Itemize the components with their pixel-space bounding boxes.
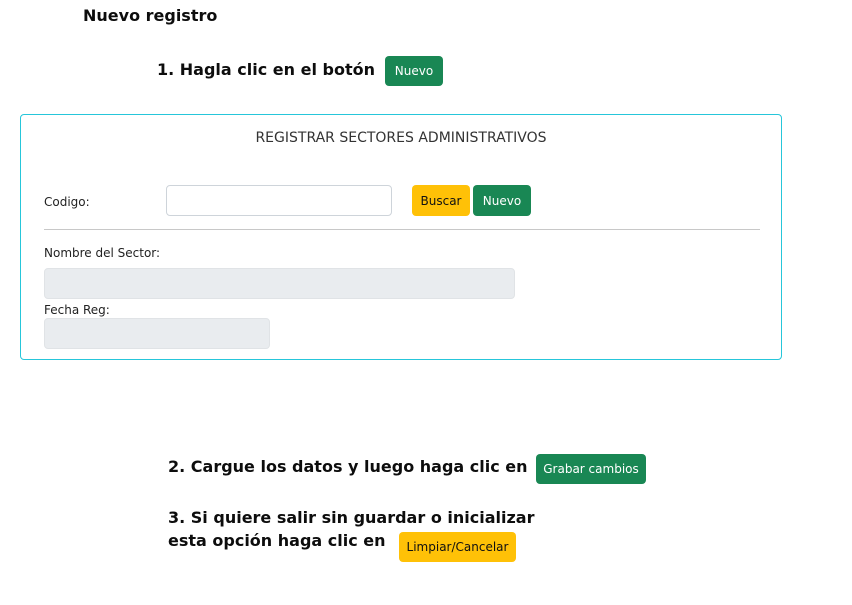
limpiar-cancelar-button[interactable]: Limpiar/Cancelar: [399, 532, 516, 562]
codigo-input[interactable]: [166, 185, 392, 216]
buscar-button[interactable]: Buscar: [412, 185, 470, 216]
step2-instruction: 2. Cargue los datos y luego haga clic en: [168, 457, 528, 476]
step1-instruction: 1. Hagla clic en el botón: [157, 60, 375, 79]
nombre-sector-input[interactable]: [44, 268, 515, 299]
page-title: Nuevo registro: [83, 6, 218, 25]
codigo-label: Codigo:: [44, 195, 90, 209]
registrar-sectores-card: REGISTRAR SECTORES ADMINISTRATIVOS Codig…: [20, 114, 782, 360]
grabar-cambios-button[interactable]: Grabar cambios: [536, 454, 646, 484]
nuevo-button[interactable]: Nuevo: [473, 185, 531, 216]
step3-instruction-line1: 3. Si quiere salir sin guardar o inicial…: [168, 508, 535, 527]
nombre-sector-label: Nombre del Sector:: [44, 246, 161, 260]
form-title: REGISTRAR SECTORES ADMINISTRATIVOS: [255, 130, 547, 146]
fecha-reg-input[interactable]: [44, 318, 270, 349]
form-divider: [44, 229, 760, 230]
step3-instruction-line2: esta opción haga clic en: [168, 531, 386, 550]
step1-nuevo-button[interactable]: Nuevo: [385, 56, 443, 86]
fecha-reg-label: Fecha Reg:: [44, 303, 110, 317]
